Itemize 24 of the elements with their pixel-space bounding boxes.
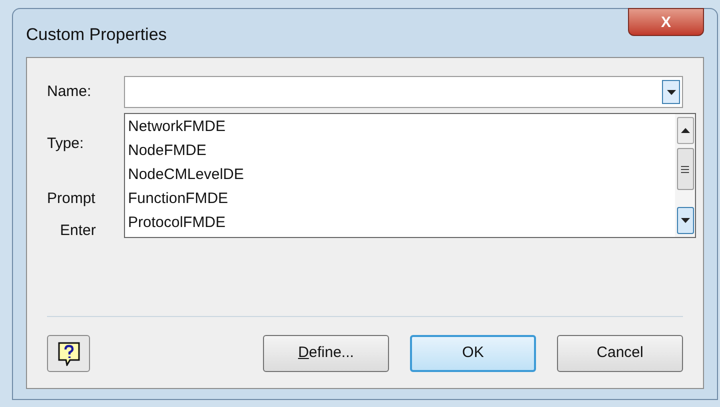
window-title: Custom Properties xyxy=(26,24,167,46)
dialog-button[interactable]: Cancel xyxy=(557,335,683,372)
caret-icon xyxy=(666,90,676,94)
dialog-button[interactable]: Define... xyxy=(263,335,389,372)
scroll-down-button[interactable] xyxy=(676,207,694,234)
field-label: Name: xyxy=(47,82,92,102)
scroll-thumb[interactable] xyxy=(676,148,694,190)
scroll-up-button[interactable] xyxy=(676,117,694,144)
down-arrow-icon xyxy=(680,218,690,223)
dialog-button[interactable]: OK xyxy=(410,335,536,372)
list-item[interactable]: FunctionFMDE xyxy=(127,187,675,211)
list-item[interactable]: ProtocolFMDE xyxy=(127,211,675,235)
list-item[interactable]: NodeCMLevelDE xyxy=(127,163,675,187)
scroll-bar[interactable] xyxy=(675,114,695,237)
up-arrow-icon xyxy=(680,128,690,133)
field-label: Type: xyxy=(47,134,84,154)
grip-icon xyxy=(681,166,689,172)
list-item[interactable]: NodeFMDE xyxy=(127,139,675,163)
list-item[interactable]: NetworkFMDE xyxy=(127,115,675,139)
help-icon xyxy=(58,342,80,366)
help-button[interactable] xyxy=(47,335,90,372)
field-label: Enter xyxy=(60,221,96,241)
field-label: Prompt xyxy=(47,188,96,208)
dropdown-button[interactable] xyxy=(662,80,680,104)
